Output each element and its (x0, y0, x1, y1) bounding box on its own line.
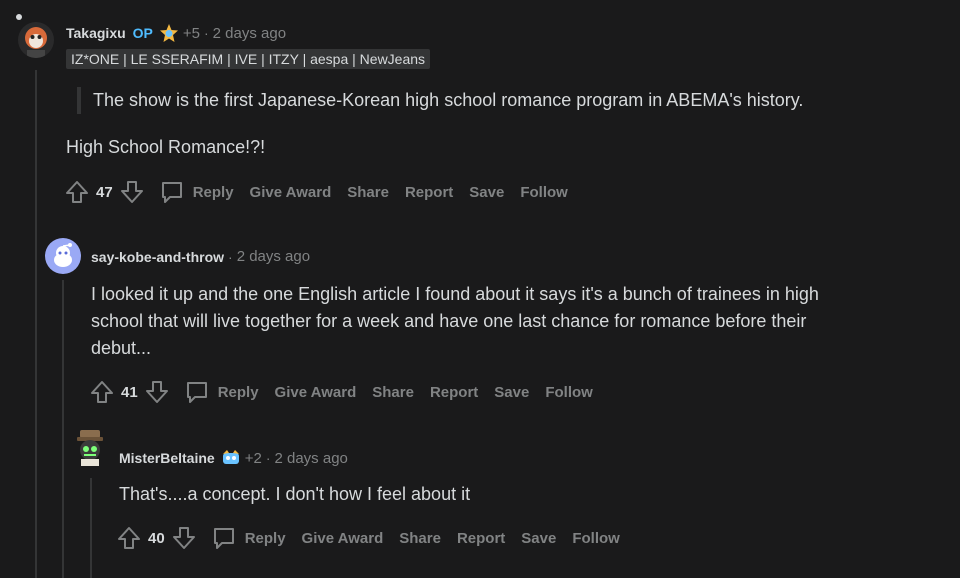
report-button[interactable]: Report (405, 184, 453, 201)
follow-button[interactable]: Follow (545, 384, 593, 401)
comment-bubble-icon (161, 182, 182, 203)
avatar-icon (77, 430, 103, 466)
reply-button[interactable]: Reply (211, 525, 286, 551)
comment-actions: 47 Reply Give Award Share Report Save Fo… (64, 177, 584, 207)
share-button[interactable]: Share (347, 184, 389, 201)
reply-label: Reply (217, 383, 259, 401)
follow-button[interactable]: Follow (572, 530, 620, 547)
avatar[interactable] (18, 22, 54, 58)
report-button[interactable]: Report (430, 384, 478, 401)
timestamp[interactable]: 2 days ago (274, 450, 347, 467)
avatar[interactable] (72, 430, 108, 466)
comment-text: I looked it up and the one English artic… (91, 281, 819, 362)
username[interactable]: MisterBeltaine (119, 450, 215, 466)
share-button[interactable]: Share (372, 384, 414, 401)
blockquote: The show is the first Japanese-Korean hi… (77, 87, 803, 114)
vote-count: 40 (148, 529, 165, 547)
comment-actions: 41 Reply Give Award Share Report Save Fo… (89, 377, 609, 407)
comment-text: High School Romance!?! (66, 137, 266, 157)
reply-button[interactable]: Reply (159, 179, 234, 205)
username[interactable]: say-kobe-and-throw (91, 249, 224, 265)
reply-label: Reply (244, 529, 286, 547)
thread-line-3[interactable] (90, 478, 92, 578)
avatar-icon (18, 22, 54, 58)
comment-text: That's....a concept. I don't how I feel … (119, 484, 471, 504)
online-indicator (16, 14, 22, 20)
text-line: I looked it up and the one English artic… (91, 284, 819, 304)
timestamp[interactable]: 2 days ago (213, 25, 286, 42)
share-button[interactable]: Share (399, 530, 441, 547)
reply-button[interactable]: Reply (184, 379, 259, 405)
downvote-icon[interactable] (119, 179, 145, 205)
comment-header: Takagixu OP +5 · 2 days ago (66, 23, 286, 43)
comment-header: say-kobe-and-throw · 2 days ago (91, 248, 310, 265)
comment-bubble-icon (213, 528, 234, 549)
thread-line-2[interactable] (62, 280, 64, 578)
reply-label: Reply (192, 183, 234, 201)
downvote-icon[interactable] (144, 379, 170, 405)
separator: · (204, 25, 209, 41)
award-count: +2 (244, 449, 262, 467)
comment-bubble-icon (186, 382, 207, 403)
thread-line-1[interactable] (35, 70, 37, 578)
vote-count: 47 (96, 183, 113, 201)
award-icon[interactable] (159, 23, 179, 43)
comment-thread: Takagixu OP +5 · 2 days ago IZ*ONE | LE … (0, 0, 960, 578)
vote-count: 41 (121, 383, 138, 401)
comment-header: MisterBeltaine +2 · 2 days ago (119, 448, 348, 468)
save-button[interactable]: Save (521, 530, 556, 547)
avatar-icon (45, 238, 81, 274)
username[interactable]: Takagixu (66, 25, 126, 41)
give-award-button[interactable]: Give Award (275, 384, 357, 401)
separator: · (228, 248, 233, 265)
comment-actions: 40 Reply Give Award Share Report Save Fo… (116, 523, 636, 553)
text-line: school that will live together for a wee… (91, 311, 807, 331)
follow-button[interactable]: Follow (520, 184, 568, 201)
timestamp[interactable]: 2 days ago (237, 248, 310, 265)
give-award-button[interactable]: Give Award (302, 530, 384, 547)
text-line: debut... (91, 338, 152, 358)
save-button[interactable]: Save (494, 384, 529, 401)
upvote-icon[interactable] (64, 179, 90, 205)
award-count: +5 (182, 24, 200, 42)
op-badge: OP (132, 25, 153, 41)
separator: · (265, 450, 271, 466)
upvote-icon[interactable] (89, 379, 115, 405)
upvote-icon[interactable] (116, 525, 142, 551)
downvote-icon[interactable] (171, 525, 197, 551)
report-button[interactable]: Report (457, 530, 505, 547)
save-button[interactable]: Save (469, 184, 504, 201)
flair-text: IZ*ONE | LE SSERAFIM | IVE | ITZY | aesp… (66, 49, 431, 69)
user-flair: IZ*ONE | LE SSERAFIM | IVE | ITZY | aesp… (66, 49, 431, 69)
give-award-button[interactable]: Give Award (250, 184, 332, 201)
avatar[interactable] (45, 238, 81, 274)
award-icon[interactable] (221, 448, 241, 468)
